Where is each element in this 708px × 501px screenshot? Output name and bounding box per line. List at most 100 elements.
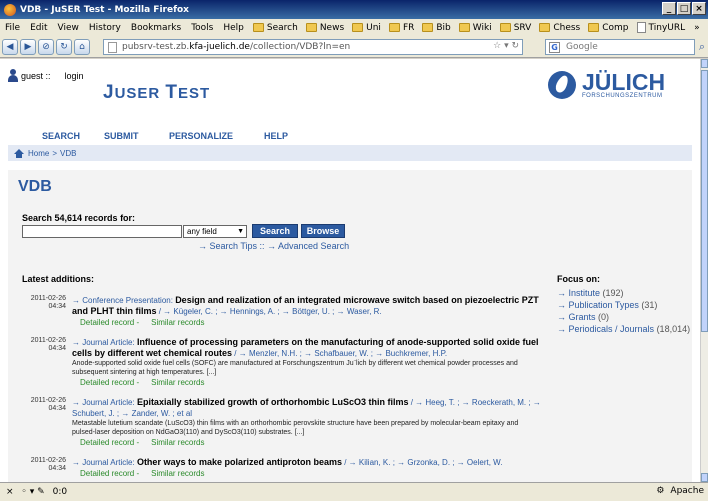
scroll-up-arrow[interactable] bbox=[701, 59, 708, 68]
field-select[interactable]: any field ▼ bbox=[183, 225, 247, 238]
folder-icon bbox=[539, 23, 551, 32]
record-type-link[interactable]: → Conference Presentation: bbox=[72, 296, 173, 305]
record-title[interactable]: Other ways to make polarized antiproton … bbox=[137, 457, 342, 467]
scrollbar-thumb[interactable] bbox=[701, 70, 708, 332]
nav-personalize[interactable]: PERSONALIZE bbox=[169, 131, 233, 141]
home-button[interactable]: ⌂ bbox=[74, 38, 90, 55]
url-prefix: pubsrv-test.zb. bbox=[122, 42, 190, 52]
minimize-button[interactable]: _ bbox=[662, 2, 676, 15]
nav-search[interactable]: SEARCH bbox=[42, 131, 80, 141]
focus-item-label: → Grants bbox=[557, 312, 596, 322]
nav-help[interactable]: HELP bbox=[264, 131, 288, 141]
page-title: VDB bbox=[18, 178, 52, 195]
bookmark-search[interactable]: Search bbox=[249, 23, 302, 33]
folder-icon bbox=[352, 23, 364, 32]
record-authors[interactable]: / → Kügeler, C. ; → Hennings, A. ; → Böt… bbox=[159, 307, 382, 316]
bookmark-chess[interactable]: Chess bbox=[535, 23, 584, 33]
page-identity-icon bbox=[108, 42, 117, 53]
reload-button[interactable]: ↻ bbox=[56, 38, 72, 55]
folder-icon bbox=[388, 23, 400, 32]
record-type-link[interactable]: → Journal Article: bbox=[72, 458, 135, 467]
close-button[interactable]: × bbox=[692, 2, 706, 15]
record-links: Detailed record - Similar records bbox=[72, 437, 542, 448]
back-button[interactable]: ◀ bbox=[2, 38, 18, 55]
menu-view[interactable]: View bbox=[53, 23, 84, 33]
record-links: Detailed record - Similar records bbox=[72, 468, 542, 479]
bookmark-label: FR bbox=[402, 22, 415, 33]
browse-button[interactable]: Browse bbox=[301, 224, 345, 238]
menu-bookmarks[interactable]: Bookmarks bbox=[126, 23, 186, 33]
bookmark-comp[interactable]: Comp bbox=[584, 23, 632, 33]
bookmark-bib[interactable]: Bib bbox=[418, 23, 454, 33]
bookmarks-more-chevron[interactable]: » bbox=[689, 23, 705, 33]
record-time: 04:34 bbox=[48, 303, 66, 310]
record-abstract: Anode-supported solid oxide fuel cells (… bbox=[72, 360, 518, 376]
record-authors[interactable]: / → Kilian, K. ; → Grzonka, D. ; → Oeler… bbox=[344, 458, 502, 467]
bookmark-tinyurl[interactable]: TinyURL bbox=[633, 22, 690, 33]
vertical-scrollbar[interactable] bbox=[700, 59, 708, 482]
record-title[interactable]: Epitaxially stabilized growth of orthorh… bbox=[137, 397, 409, 407]
folder-icon bbox=[499, 23, 511, 32]
menu-bar: File Edit View History Bookmarks Tools H… bbox=[0, 19, 708, 36]
gear-icon[interactable]: ⚙ bbox=[656, 486, 664, 496]
login-link[interactable]: login bbox=[65, 71, 84, 81]
focus-item-grants[interactable]: → Grants (0) bbox=[557, 311, 692, 323]
detailed-record-link[interactable]: Detailed record - bbox=[80, 438, 139, 447]
similar-records-link[interactable]: Similar records bbox=[151, 469, 204, 478]
detailed-record-link[interactable]: Detailed record - bbox=[80, 378, 139, 387]
user-icon bbox=[8, 69, 18, 83]
menu-tools[interactable]: Tools bbox=[186, 23, 218, 33]
juelich-logo[interactable]: JÜLICH FORSCHUNGSZENTRUM bbox=[548, 71, 665, 99]
menu-history[interactable]: History bbox=[84, 23, 126, 33]
bookmark-label: Uni bbox=[366, 22, 381, 33]
close-findbar-icon[interactable]: × bbox=[6, 487, 14, 497]
similar-records-link[interactable]: Similar records bbox=[151, 438, 204, 447]
top-navigation: SEARCH SUBMIT PERSONALIZE HELP bbox=[0, 125, 700, 145]
bookmark-news[interactable]: News bbox=[302, 23, 348, 33]
url-bar[interactable]: pubsrv-test.zb. kfa-juelich.de/collection… bbox=[103, 39, 523, 55]
forward-button[interactable]: ▶ bbox=[20, 38, 36, 55]
bookmark-srv[interactable]: SRV bbox=[496, 23, 536, 33]
search-icon[interactable]: ⌕ bbox=[699, 40, 705, 54]
record-authors[interactable]: / → Menzler, N.H. ; → Schafbauer, W. ; →… bbox=[234, 349, 447, 358]
scroll-down-arrow[interactable] bbox=[701, 473, 708, 482]
similar-records-link[interactable]: Similar records bbox=[151, 378, 204, 387]
record-type-link[interactable]: → Journal Article: bbox=[72, 398, 135, 407]
detailed-record-link[interactable]: Detailed record - bbox=[80, 318, 139, 327]
focus-item-institute[interactable]: → Institute (192) bbox=[557, 287, 692, 299]
focus-item-label: → Publication Types bbox=[557, 300, 639, 310]
browser-search-input[interactable]: G Google bbox=[545, 39, 695, 55]
record-item: 2011-02-26 04:34 → Journal Article: Other… bbox=[22, 457, 542, 479]
search-tips-links[interactable]: → Search Tips :: → Advanced Search bbox=[198, 241, 349, 251]
similar-records-link[interactable]: Similar records bbox=[151, 318, 204, 327]
breadcrumb: Home > VDB bbox=[8, 145, 692, 161]
main-panel: VDB Search 54,614 records for: any field… bbox=[8, 170, 692, 482]
breadcrumb-home[interactable]: Home bbox=[28, 149, 49, 158]
browser-window: VDB - JuSER Test - Mozilla Firefox _ □ ×… bbox=[0, 0, 708, 501]
star-icon[interactable]: ☆ ▾ ↻ bbox=[493, 41, 519, 51]
focus-item-count: (0) bbox=[598, 312, 610, 322]
focus-item-publication-types[interactable]: → Publication Types (31) bbox=[557, 299, 692, 311]
focus-item-periodicals[interactable]: → Periodicals / Journals (18,014) bbox=[557, 323, 692, 335]
search-input[interactable] bbox=[22, 225, 182, 238]
site-title[interactable]: JUSER TEST bbox=[103, 82, 210, 104]
folder-icon bbox=[422, 23, 434, 32]
record-type-link[interactable]: → Journal Article: bbox=[72, 338, 135, 347]
detailed-record-link[interactable]: Detailed record - bbox=[80, 469, 139, 478]
bookmark-uni[interactable]: Uni bbox=[348, 23, 385, 33]
menu-edit[interactable]: Edit bbox=[25, 23, 52, 33]
home-icon bbox=[14, 148, 24, 158]
record-date: 2011-02-26 04:34 bbox=[22, 397, 66, 413]
menu-help[interactable]: Help bbox=[218, 23, 249, 33]
bookmark-wiki[interactable]: Wiki bbox=[455, 23, 496, 33]
stop-button[interactable]: ⊘ bbox=[38, 38, 54, 55]
site-title-part: EST bbox=[178, 85, 211, 102]
bookmark-fr[interactable]: FR bbox=[385, 23, 418, 33]
record-item: 2011-02-26 04:34 → Journal Article: Influ… bbox=[22, 337, 542, 388]
record-abstract: Metastable lutetium scandate (LuScO3) th… bbox=[72, 420, 519, 436]
menu-file[interactable]: File bbox=[0, 23, 25, 33]
maximize-button[interactable]: □ bbox=[677, 2, 691, 15]
record-links: Detailed record - Similar records bbox=[72, 317, 542, 328]
nav-submit[interactable]: SUBMIT bbox=[104, 131, 139, 141]
search-button[interactable]: Search bbox=[252, 224, 298, 238]
